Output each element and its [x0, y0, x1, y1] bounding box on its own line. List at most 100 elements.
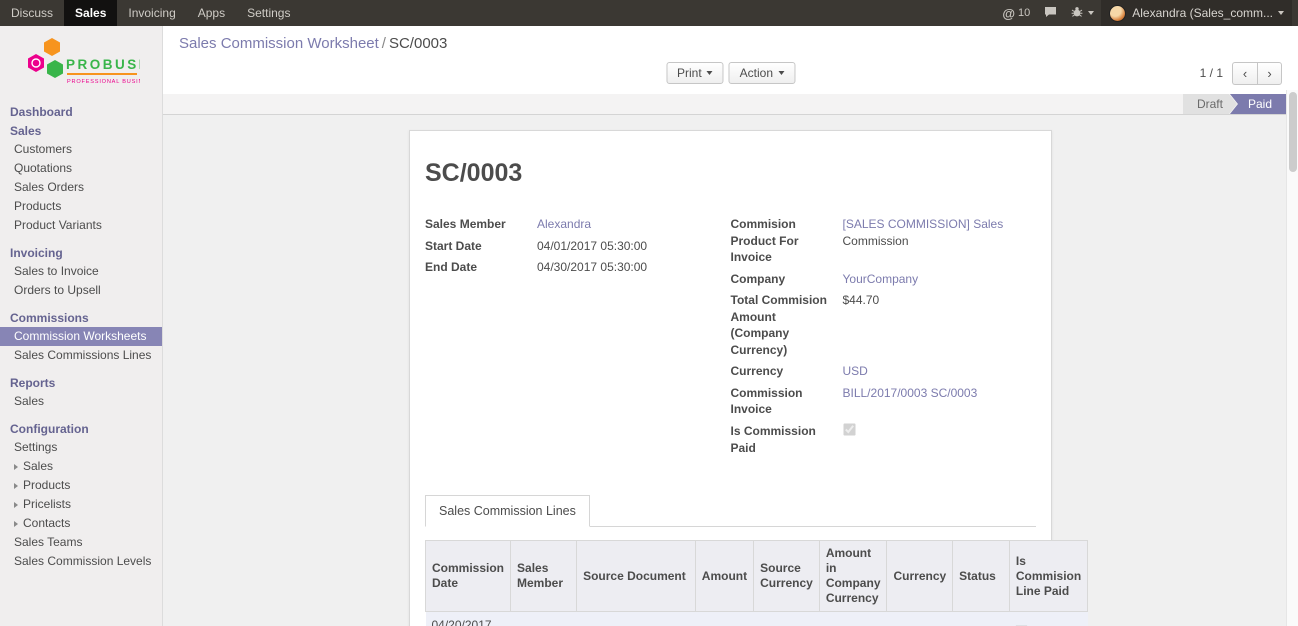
status-paid[interactable]: Paid	[1230, 94, 1286, 114]
cell-amount-company: 7.50	[819, 612, 887, 626]
field-group-right: Commision Product For Invoice [SALES COM…	[731, 216, 1037, 461]
sidebar-item-orders-to-upsell[interactable]: Orders to Upsell	[0, 281, 162, 300]
field-label: Sales Member	[425, 216, 537, 233]
breadcrumb-parent-link[interactable]: Sales Commission Worksheet	[179, 35, 379, 52]
content-area: Sales Commission Worksheet/SC/0003 Print…	[163, 26, 1298, 626]
cell-paid	[1009, 612, 1087, 626]
menu-apps[interactable]: Apps	[187, 0, 236, 26]
activities-button[interactable]: @ 10	[995, 0, 1037, 26]
commission-product-rest: Commission	[843, 234, 909, 248]
caret-right-icon	[14, 464, 18, 470]
record-title: SC/0003	[425, 159, 1036, 188]
sidebar-item-sales-to-invoice[interactable]: Sales to Invoice	[0, 262, 162, 281]
field-label: Is Commission Paid	[731, 423, 843, 456]
at-icon: @	[1002, 6, 1015, 21]
col-currency[interactable]: Currency	[887, 541, 953, 612]
field-label: Total Commision Amount (Company Currency…	[731, 292, 843, 358]
col-source-currency[interactable]: Source Currency	[754, 541, 820, 612]
sidebar-item-config-contacts[interactable]: Contacts	[0, 514, 162, 533]
is-commission-paid-checkbox[interactable]	[843, 423, 855, 435]
user-name: Alexandra (Sales_comm...	[1132, 6, 1273, 20]
field-groups: Sales Member Alexandra Start Date 04/01/…	[425, 216, 1036, 461]
cell-amount: $ 7.50	[695, 612, 753, 626]
caret-right-icon	[14, 483, 18, 489]
main-menus: Discuss Sales Invoicing Apps Settings	[0, 0, 301, 26]
col-source-document[interactable]: Source Document	[577, 541, 696, 612]
sidebar-item-sales-commissions-lines[interactable]: Sales Commissions Lines	[0, 346, 162, 365]
cell-status: Invoiced	[953, 612, 1010, 626]
sidebar-item-commission-worksheets[interactable]: Commission Worksheets	[0, 327, 162, 346]
col-commission-date[interactable]: Commission Date	[426, 541, 511, 612]
sidebar-item-sales-commission-levels[interactable]: Sales Commission Levels	[0, 552, 162, 571]
field-label: End Date	[425, 259, 537, 276]
sidebar-item-customers[interactable]: Customers	[0, 140, 162, 159]
sidebar-item-products[interactable]: Products	[0, 197, 162, 216]
user-avatar	[1109, 5, 1126, 22]
control-panel: Sales Commission Worksheet/SC/0003 Print…	[163, 26, 1298, 94]
sidebar-nav: Dashboard Sales Customers Quotations Sal…	[0, 103, 162, 581]
pager-previous-button[interactable]: ‹	[1232, 62, 1257, 85]
messages-button[interactable]	[1037, 0, 1064, 26]
status-draft[interactable]: Draft	[1183, 94, 1237, 114]
chevron-right-icon: ›	[1267, 66, 1271, 81]
field-sales-member: Sales Member Alexandra	[425, 216, 705, 233]
menu-sales[interactable]: Sales	[64, 0, 117, 26]
chat-icon	[1044, 6, 1057, 21]
sidebar-section-reports[interactable]: Reports	[0, 374, 162, 392]
topbar: Discuss Sales Invoicing Apps Settings @ …	[0, 0, 1298, 26]
action-button[interactable]: Action	[729, 62, 795, 84]
field-commission-invoice: Commission Invoice BILL/2017/0003 SC/000…	[731, 385, 1037, 418]
pager-count: 1 / 1	[1200, 66, 1223, 80]
sidebar-item-config-products[interactable]: Products	[0, 476, 162, 495]
pager: 1 / 1 ‹ ›	[1200, 62, 1282, 85]
pager-next-button[interactable]: ›	[1257, 62, 1282, 85]
sidebar-section-invoicing[interactable]: Invoicing	[0, 244, 162, 262]
sidebar-section-sales[interactable]: Sales	[0, 122, 162, 140]
sidebar-item-config-pricelists[interactable]: Pricelists	[0, 495, 162, 514]
menu-settings[interactable]: Settings	[236, 0, 301, 26]
table-row[interactable]: 04/20/2017 05:30:00 Alexandra CUST.IN/20…	[426, 612, 1088, 626]
sidebar-item-sales-teams[interactable]: Sales Teams	[0, 533, 162, 552]
debug-menu-button[interactable]	[1064, 0, 1101, 26]
sidebar-item-config-sales[interactable]: Sales	[0, 457, 162, 476]
sidebar-section-commissions[interactable]: Commissions	[0, 309, 162, 327]
print-button[interactable]: Print	[666, 62, 724, 84]
svg-text:PROFESSIONAL BUSINESS: PROFESSIONAL BUSINESS	[67, 79, 140, 85]
statusbar: Draft Paid	[163, 94, 1298, 115]
sidebar-item-sales-orders[interactable]: Sales Orders	[0, 178, 162, 197]
scrollbar-thumb[interactable]	[1289, 92, 1297, 172]
col-sales-member[interactable]: Sales Member	[511, 541, 577, 612]
col-amount-company-currency[interactable]: Amount in Company Currency	[819, 541, 887, 612]
caret-right-icon	[14, 521, 18, 527]
field-start-date: Start Date 04/01/2017 05:30:00	[425, 238, 705, 255]
col-is-commission-line-paid[interactable]: Is Commision Line Paid	[1009, 541, 1087, 612]
total-commission-amount-value: $44.70	[843, 292, 1037, 358]
menu-discuss[interactable]: Discuss	[0, 0, 64, 26]
cell-source: CUST.IN/2017/0001	[577, 612, 696, 626]
col-status[interactable]: Status	[953, 541, 1010, 612]
sidebar-item-settings[interactable]: Settings	[0, 438, 162, 457]
sidebar-item-product-variants[interactable]: Product Variants	[0, 216, 162, 235]
currency-link[interactable]: USD	[843, 364, 868, 378]
field-currency: Currency USD	[731, 363, 1037, 380]
user-menu-button[interactable]: Alexandra (Sales_comm...	[1101, 0, 1292, 26]
commission-product-link[interactable]: [SALES COMMISSION] Sales	[843, 217, 1004, 231]
notification-count: 10	[1018, 7, 1030, 19]
notebook: Sales Commission Lines Commission Date S…	[425, 495, 1036, 626]
field-commission-product: Commision Product For Invoice [SALES COM…	[731, 216, 1037, 266]
col-amount[interactable]: Amount	[695, 541, 753, 612]
sidebar-section-dashboard[interactable]: Dashboard	[0, 103, 162, 121]
sidebar-section-configuration[interactable]: Configuration	[0, 420, 162, 438]
breadcrumb-separator: /	[382, 35, 386, 52]
probuse-logo-icon: PROBUSE PROFESSIONAL BUSINESS	[22, 36, 140, 92]
sales-member-link[interactable]: Alexandra	[537, 217, 591, 231]
tab-sales-commission-lines[interactable]: Sales Commission Lines	[425, 495, 590, 527]
menu-invoicing[interactable]: Invoicing	[117, 0, 186, 26]
company-link[interactable]: YourCompany	[843, 272, 919, 286]
sidebar-item-reports-sales[interactable]: Sales	[0, 392, 162, 411]
vertical-scrollbar[interactable]	[1286, 90, 1298, 626]
commission-invoice-link[interactable]: BILL/2017/0003 SC/0003	[843, 386, 978, 400]
svg-text:PROBUSE: PROBUSE	[66, 57, 140, 72]
breadcrumb-current: SC/0003	[389, 35, 447, 52]
sidebar-item-quotations[interactable]: Quotations	[0, 159, 162, 178]
